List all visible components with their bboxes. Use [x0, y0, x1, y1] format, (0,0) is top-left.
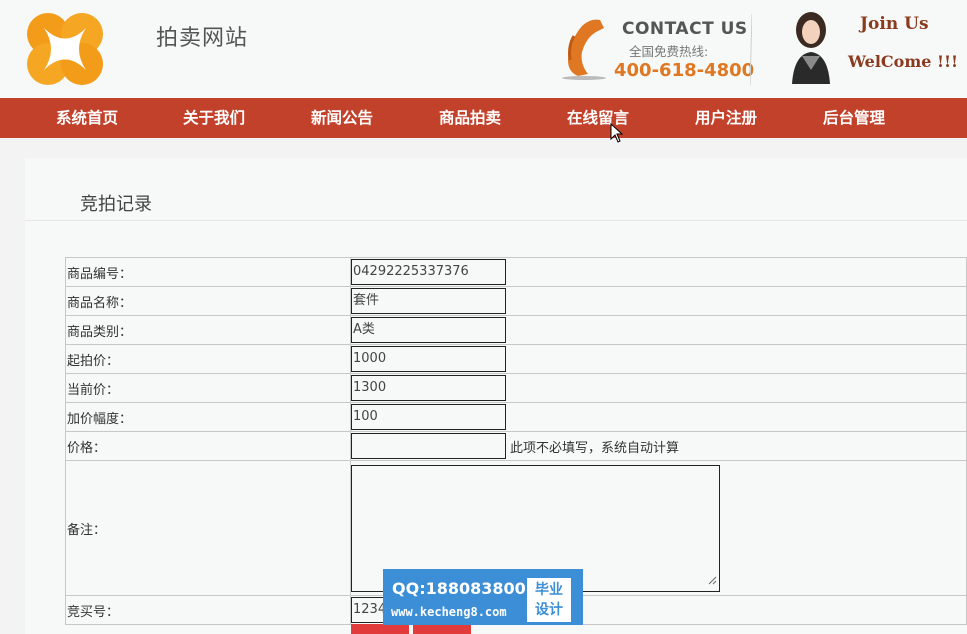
form-row: 商品编号： 04292225337376 — [65, 257, 967, 287]
item-category-label: 商品类别： — [65, 315, 351, 345]
contact-subtitle: 全国免费热线: — [629, 44, 709, 59]
title-divider — [25, 220, 967, 221]
nav-item-home[interactable]: 系统首页 — [56, 98, 118, 138]
form-row: 当前价： 1300 — [65, 373, 967, 403]
watermark-badge-line1: 毕业 — [535, 582, 563, 598]
current-price-label: 当前价： — [65, 373, 351, 403]
resize-grip-icon[interactable] — [707, 575, 717, 585]
phone-icon — [562, 19, 606, 80]
header-divider — [750, 14, 752, 86]
join-us-text: Join Us — [860, 14, 929, 34]
watermark-badge-line2: 设计 — [535, 602, 563, 618]
increment-field[interactable]: 100 — [351, 404, 506, 430]
main-nav: 系统首页 关于我们 新闻公告 商品拍卖 在线留言 用户注册 后台管理 — [0, 98, 967, 138]
form-row: 加价幅度： 100 — [65, 402, 967, 432]
item-category-field[interactable]: A类 — [351, 317, 506, 343]
submit-button[interactable] — [351, 624, 409, 634]
nav-item-news[interactable]: 新闻公告 — [311, 98, 373, 138]
content-panel: 竞拍记录 商品编号： 04292225337376 商品名称： 套件 商品类别：… — [25, 158, 967, 634]
item-name-field[interactable]: 套件 — [351, 288, 506, 314]
current-price-field[interactable]: 1300 — [351, 375, 506, 401]
page-title: 竞拍记录 — [80, 194, 152, 215]
mouse-cursor-icon — [610, 123, 624, 143]
avatar — [792, 12, 830, 84]
contact-phone: 400-618-4800 — [614, 60, 755, 81]
nav-item-auction[interactable]: 商品拍卖 — [439, 98, 501, 138]
watermark-url: www.kecheng8.com — [391, 605, 507, 619]
price-label: 价格： — [65, 431, 351, 461]
form-row: 商品名称： 套件 — [65, 286, 967, 316]
nav-item-admin[interactable]: 后台管理 — [823, 98, 885, 138]
starting-price-label: 起拍价： — [65, 344, 351, 374]
logo-icon[interactable] — [24, 10, 106, 88]
price-hint: 此项不必填写，系统自动计算 — [510, 440, 680, 456]
reset-button[interactable] — [413, 624, 471, 634]
form-row: 起拍价： 1000 — [65, 344, 967, 374]
form-row: 商品类别： A类 — [65, 315, 967, 345]
contact-title: CONTACT US — [622, 19, 748, 39]
increment-label: 加价幅度： — [65, 402, 351, 432]
watermark-badge: 毕业 设计 — [527, 578, 571, 622]
form-row: 价格： 此项不必填写，系统自动计算 — [65, 431, 967, 461]
item-number-field[interactable]: 04292225337376 — [351, 259, 506, 285]
item-name-label: 商品名称： — [65, 286, 351, 316]
starting-price-field[interactable]: 1000 — [351, 346, 506, 372]
nav-item-about[interactable]: 关于我们 — [183, 98, 245, 138]
bidder-number-label: 竞买号： — [65, 595, 351, 625]
welcome-text: WelCome !!! — [848, 52, 959, 71]
site-header: 拍卖网站 CONTACT US 全国免费热线: 400-618-4800 Joi… — [0, 0, 967, 98]
nav-item-register[interactable]: 用户注册 — [695, 98, 757, 138]
remark-label: 备注： — [65, 460, 351, 596]
watermark-banner: QQ:188083800 www.kecheng8.com 毕业 设计 — [383, 569, 583, 625]
price-field[interactable] — [351, 433, 506, 459]
watermark-qq: QQ:188083800 — [392, 579, 526, 598]
site-title: 拍卖网站 — [156, 26, 249, 51]
item-number-label: 商品编号： — [65, 257, 351, 287]
